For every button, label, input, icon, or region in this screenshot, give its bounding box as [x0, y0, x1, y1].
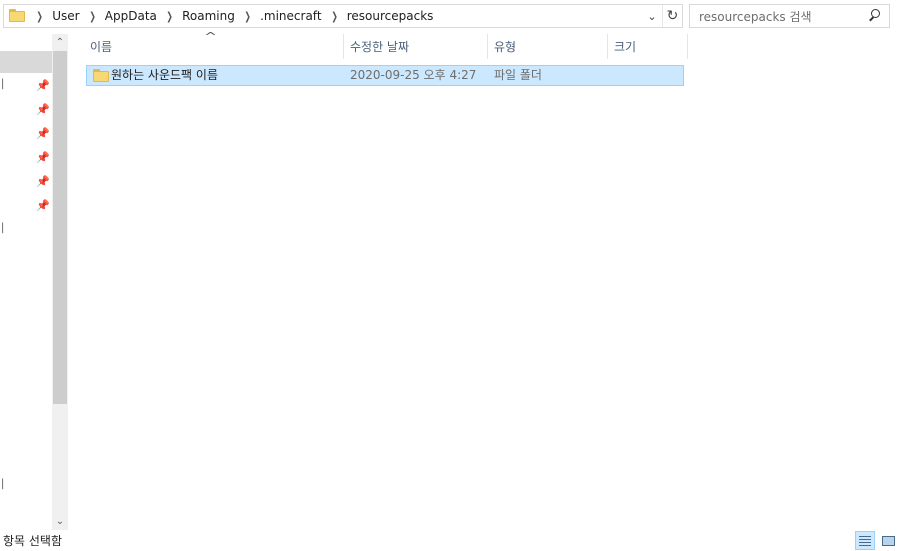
column-header-name[interactable]: 이름	[84, 34, 344, 59]
file-row[interactable]: 원하는 사운드팩 이름 2020-09-25 오후 4:27 파일 폴더	[86, 65, 684, 86]
pin-icon: 📌	[36, 79, 50, 92]
breadcrumb-user[interactable]: User	[52, 9, 79, 23]
breadcrumb-minecraft[interactable]: .minecraft	[260, 9, 321, 23]
column-header-date-label: 수정한 날짜	[350, 40, 410, 54]
column-headers: ^ 이름 수정한 날짜 유형 크기	[84, 30, 688, 59]
search-box[interactable]: resourcepacks 검색	[689, 4, 890, 28]
breadcrumb-separator-icon[interactable]: ❯	[31, 10, 49, 23]
scrollbar-thumb[interactable]	[53, 51, 67, 404]
large-icons-view-icon[interactable]	[878, 531, 898, 550]
column-header-type-label: 유형	[494, 40, 517, 54]
pin-icon: 📌	[36, 127, 50, 140]
column-header-date[interactable]: 수정한 날짜	[344, 34, 488, 59]
address-bar[interactable]: ❯ User ❯ AppData ❯ Roaming ❯ .minecraft …	[3, 4, 683, 28]
details-view-icon[interactable]	[855, 531, 875, 550]
file-name[interactable]: 원하는 사운드팩 이름	[111, 66, 218, 85]
refresh-icon[interactable]: ↻	[662, 5, 682, 27]
breadcrumb: ❯ User ❯ AppData ❯ Roaming ❯ .minecraft …	[27, 5, 433, 27]
breadcrumb-separator-icon[interactable]: ❯	[83, 10, 101, 23]
breadcrumb-resourcepacks[interactable]: resourcepacks	[347, 9, 434, 23]
pin-icon: 📌	[36, 103, 50, 116]
pin-icon: 📌	[36, 175, 50, 188]
nav-scrollbar[interactable]: ⌃ ⌄	[52, 34, 68, 530]
folder-icon	[9, 9, 25, 23]
breadcrumb-separator-icon[interactable]: ❯	[325, 10, 343, 23]
search-icon[interactable]	[865, 5, 889, 27]
nav-selected-item[interactable]	[0, 51, 52, 73]
column-header-size-label: 크기	[614, 40, 637, 54]
pin-icon: 📌	[36, 199, 50, 212]
breadcrumb-separator-icon[interactable]: ❯	[161, 10, 179, 23]
pin-icon: 📌	[36, 151, 50, 164]
file-date-modified: 2020-09-25 오후 4:27	[350, 68, 477, 82]
nav-item-label-fragment[interactable]: │	[0, 224, 5, 234]
column-header-name-label: 이름	[90, 40, 113, 54]
navigation-pane[interactable]: │ 📌 📌 📌 📌 📌 📌 │ │	[0, 34, 52, 530]
nav-item-label-fragment[interactable]: │	[0, 80, 5, 90]
scroll-up-icon[interactable]: ⌃	[52, 34, 68, 51]
search-input[interactable]: resourcepacks 검색	[690, 8, 865, 25]
column-header-size[interactable]: 크기	[608, 34, 688, 59]
breadcrumb-appdata[interactable]: AppData	[105, 9, 157, 23]
status-text: 항목 선택함	[3, 534, 63, 548]
scroll-down-icon[interactable]: ⌄	[52, 513, 68, 530]
file-type: 파일 폴더	[494, 68, 542, 82]
nav-item-label-fragment[interactable]: │	[0, 480, 5, 490]
folder-icon	[93, 69, 109, 82]
chevron-down-icon[interactable]: ⌄	[642, 5, 662, 27]
breadcrumb-roaming[interactable]: Roaming	[182, 9, 235, 23]
breadcrumb-separator-icon[interactable]: ❯	[239, 10, 257, 23]
column-header-type[interactable]: 유형	[488, 34, 608, 59]
